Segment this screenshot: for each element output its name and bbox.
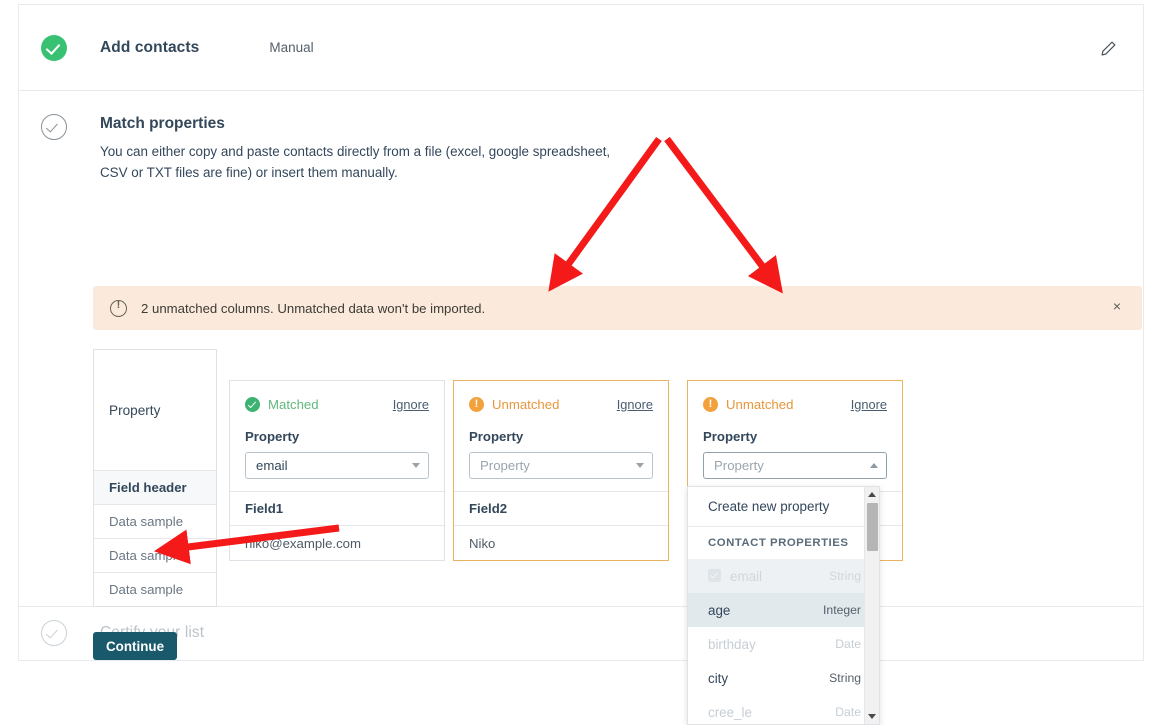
- dropdown-item-email: email String: [688, 559, 879, 593]
- dropdown-item-age[interactable]: age Integer: [688, 593, 879, 627]
- card-2-ignore-link[interactable]: Ignore: [617, 397, 653, 412]
- match-properties-title: Match properties: [100, 115, 225, 132]
- status-warning-icon: [703, 396, 718, 412]
- status-check-icon: [245, 396, 260, 412]
- property-column-header: Property: [109, 402, 161, 418]
- checkbox-checked-icon: [708, 569, 721, 582]
- scroll-up-arrow-icon[interactable]: [868, 492, 876, 497]
- field-card-unmatched-1: Unmatched Ignore Property Property Field…: [453, 380, 669, 561]
- dropdown-scrollbar[interactable]: [864, 487, 879, 724]
- card-3-property-label: Property: [703, 429, 758, 444]
- dropdown-item-birthday-name: birthday: [708, 636, 756, 652]
- chevron-up-icon: [870, 463, 878, 468]
- step-certify-your-list[interactable]: Certify your list: [19, 607, 1143, 659]
- property-column-field-header: Field header: [94, 470, 216, 504]
- property-column-sample-2: Data sample: [94, 538, 216, 572]
- alert-message: 2 unmatched columns. Unmatched data won'…: [141, 300, 486, 316]
- card-2-property-label: Property: [469, 429, 524, 444]
- card-1-field-value: niko@example.com: [245, 535, 362, 551]
- scroll-down-arrow-icon[interactable]: [868, 714, 876, 719]
- field-card-matched: Matched Ignore Property email Field1 nik…: [229, 380, 445, 561]
- dropdown-item-email-type: String: [829, 569, 861, 583]
- step-add-contacts-subtitle: Manual: [269, 40, 314, 55]
- card-3-status: Unmatched: [726, 396, 794, 412]
- card-2-field-header: Field2: [454, 492, 668, 526]
- chevron-down-icon: [636, 463, 644, 468]
- continue-button[interactable]: Continue: [93, 632, 178, 660]
- dropdown-item-city[interactable]: city String: [688, 661, 879, 695]
- property-column: Property Field header Data sample Data s…: [93, 349, 217, 607]
- card-1-field-header: Field1: [230, 492, 444, 526]
- property-column-sample-1: Data sample: [94, 504, 216, 538]
- card-2-property-select[interactable]: Property: [469, 452, 653, 479]
- card-3-ignore-link[interactable]: Ignore: [851, 397, 887, 412]
- card-1-property-label: Property: [245, 429, 300, 444]
- card-3-select-value: Property: [714, 458, 764, 473]
- card-2-select-value: Property: [480, 458, 530, 473]
- step-add-contacts[interactable]: Add contacts Manual: [19, 5, 1143, 91]
- dropdown-item-cree-le-name: cree_le: [708, 704, 752, 720]
- match-properties-description: You can either copy and paste contacts d…: [100, 144, 611, 180]
- card-1-status: Matched: [268, 396, 319, 412]
- dropdown-item-birthday[interactable]: birthday Date: [688, 627, 879, 661]
- dropdown-item-city-name: city: [708, 670, 729, 686]
- card-3-property-select[interactable]: Property: [703, 452, 887, 479]
- card-1-ignore-link[interactable]: Ignore: [393, 397, 429, 412]
- dropdown-group-label: CONTACT PROPERTIES: [708, 537, 849, 549]
- card-2-field-value: Niko: [469, 535, 496, 551]
- check-circle-filled-icon: [41, 34, 67, 61]
- dropdown-item-city-type: String: [829, 671, 861, 685]
- dropdown-item-age-type: Integer: [823, 603, 861, 617]
- import-wizard-panel: Add contacts Manual Match properties You…: [18, 4, 1144, 725]
- warning-circle-icon: [110, 298, 127, 317]
- step-add-contacts-title: Add contacts: [100, 38, 200, 56]
- dropdown-item-cree-le-type: Date: [835, 705, 861, 719]
- card-2-status: Unmatched: [492, 396, 560, 412]
- match-properties-header: Match properties You can either copy and…: [41, 113, 1121, 183]
- step-match-properties: Match properties You can either copy and…: [19, 91, 1143, 725]
- card-1-select-value: email: [256, 458, 288, 473]
- property-column-sample-3: Data sample: [94, 572, 216, 606]
- card-1-property-select[interactable]: email: [245, 452, 429, 479]
- scrollbar-thumb[interactable]: [867, 503, 878, 551]
- unmatched-columns-alert: 2 unmatched columns. Unmatched data won'…: [93, 286, 1142, 330]
- dropdown-item-birthday-type: Date: [835, 637, 861, 651]
- alert-close-icon[interactable]: ×: [1110, 299, 1124, 313]
- dropdown-create-new-property[interactable]: Create new property: [688, 487, 879, 527]
- property-dropdown-menu: Create new property CONTACT PROPERTIES e…: [687, 486, 880, 725]
- check-circle-outline-icon: [41, 114, 67, 140]
- dropdown-item-cree-le[interactable]: cree_le Date: [688, 695, 879, 724]
- check-circle-outline-icon: [41, 620, 67, 646]
- dropdown-item-age-name: age: [708, 602, 731, 618]
- status-warning-icon: [469, 396, 484, 412]
- chevron-down-icon: [412, 463, 420, 468]
- pencil-icon[interactable]: [1095, 35, 1121, 61]
